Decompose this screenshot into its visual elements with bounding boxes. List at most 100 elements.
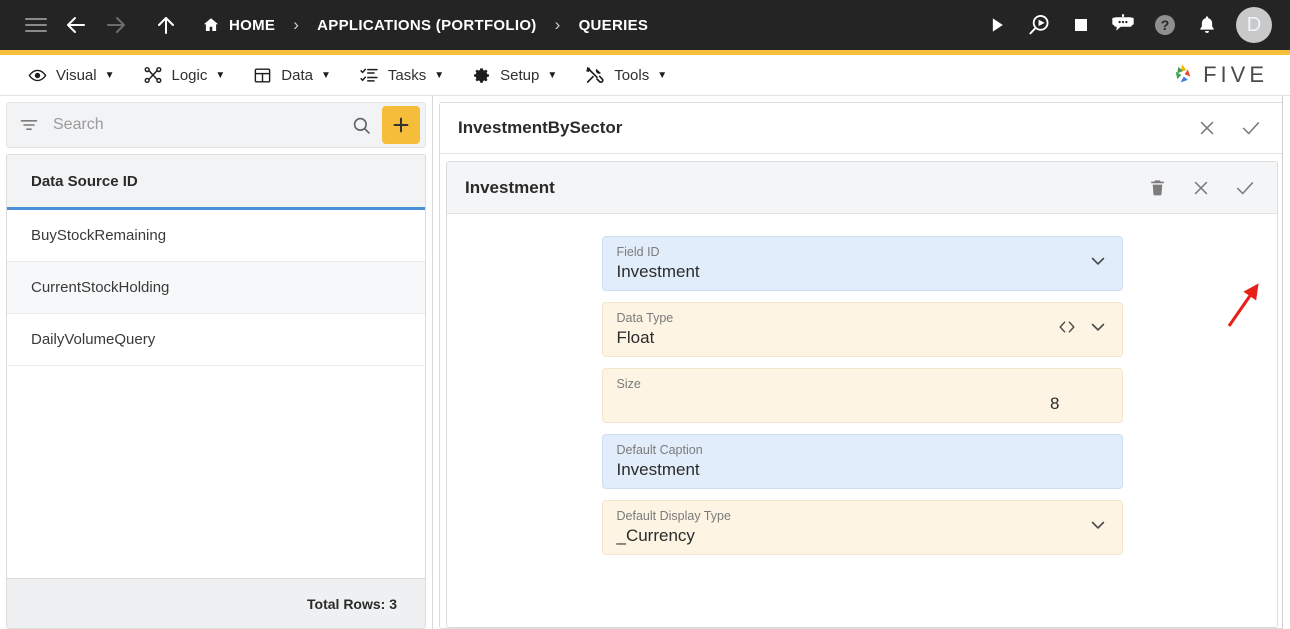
- confirm-check-icon[interactable]: [1237, 114, 1265, 142]
- field-default-caption[interactable]: Default Caption Investment: [601, 434, 1123, 489]
- breadcrumb-item-queries[interactable]: QUERIES: [579, 17, 649, 34]
- close-icon[interactable]: [1187, 174, 1215, 202]
- breadcrumb-label-home: HOME: [229, 16, 276, 34]
- tools-icon: [585, 65, 605, 85]
- table-icon: [253, 66, 272, 85]
- home-icon: [202, 16, 220, 34]
- page-title: InvestmentBySector: [458, 118, 623, 137]
- menu-label-tools: Tools: [614, 66, 650, 84]
- total-rows-label: Total Rows: 3: [7, 578, 425, 628]
- add-record-button[interactable]: [382, 106, 420, 144]
- filter-icon[interactable]: [19, 115, 39, 135]
- close-icon[interactable]: [1193, 114, 1221, 142]
- field-value: Investment: [616, 261, 700, 281]
- list-item[interactable]: DailyVolumeQuery: [7, 314, 425, 366]
- chevron-down-icon: ▼: [547, 69, 558, 81]
- menu-item-tools[interactable]: Tools ▼: [571, 55, 681, 95]
- five-logo: FIVE: [1170, 62, 1290, 88]
- field-label: Default Display Type: [616, 508, 731, 523]
- record-editor-panel: InvestmentBySector Investment Field ID I…: [433, 96, 1290, 629]
- field-form-column: Field ID Investment Data Type Float Size…: [601, 236, 1123, 555]
- field-field-id[interactable]: Field ID Investment: [601, 236, 1123, 291]
- field-value: Float: [616, 327, 655, 347]
- run-icon[interactable]: [978, 6, 1016, 44]
- field-record-title: Investment: [465, 177, 555, 197]
- delete-icon[interactable]: [1143, 174, 1171, 202]
- application-menu-bar: Visual ▼ Logic ▼ Data ▼ Tasks ▼ Setup ▼ …: [0, 55, 1290, 96]
- five-logo-text: FIVE: [1203, 62, 1268, 87]
- search-icon[interactable]: [351, 115, 372, 136]
- field-label: Data Type: [616, 310, 674, 325]
- work-area: Data Source ID BuyStockRemaining Current…: [0, 96, 1290, 629]
- field-default-display-type[interactable]: Default Display Type _Currency: [601, 500, 1123, 555]
- data-type-controls: [1057, 303, 1108, 356]
- chevron-down-icon: ▼: [657, 69, 668, 81]
- default-display-type-controls: [1088, 501, 1108, 554]
- breadcrumb-item-home[interactable]: HOME: [202, 16, 275, 34]
- query-record-card: InvestmentBySector Investment Field ID I…: [439, 102, 1284, 629]
- code-brackets-icon[interactable]: [1057, 319, 1077, 340]
- notification-bell-icon[interactable]: [1188, 6, 1226, 44]
- menu-label-data: Data: [281, 66, 313, 84]
- menu-label-tasks: Tasks: [387, 66, 427, 84]
- menu-item-setup[interactable]: Setup ▼: [458, 55, 571, 95]
- svg-text:?: ?: [1161, 17, 1170, 33]
- stop-icon[interactable]: [1062, 6, 1100, 44]
- menu-label-setup: Setup: [500, 66, 540, 84]
- field-label: Default Caption: [616, 442, 703, 457]
- field-data-type[interactable]: Data Type Float: [601, 302, 1123, 357]
- debug-run-icon[interactable]: [1020, 6, 1058, 44]
- field-record-card: Investment Field ID Investment Data Type…: [446, 161, 1278, 628]
- field-record-actions: [1143, 174, 1259, 202]
- search-bar: [6, 102, 426, 148]
- field-value: Investment: [616, 459, 700, 479]
- menu-label-logic: Logic: [171, 66, 208, 84]
- nodes-icon: [143, 65, 163, 85]
- menu-item-logic[interactable]: Logic ▼: [129, 55, 240, 95]
- grid-column-header-data-source-id[interactable]: Data Source ID: [7, 155, 425, 210]
- breadcrumb-separator-2: ›: [554, 15, 561, 34]
- query-record-actions: [1193, 114, 1265, 142]
- checklist-icon: [359, 65, 379, 85]
- arrow-up-icon[interactable]: [146, 5, 186, 45]
- topbar-left-group: HOME › APPLICATIONS (PORTFOLIO) › QUERIE…: [0, 5, 648, 45]
- field-form: Field ID Investment Data Type Float Size…: [447, 214, 1277, 627]
- chevron-down-icon: ▼: [215, 69, 226, 81]
- arrow-right-icon[interactable]: [96, 5, 136, 45]
- help-icon[interactable]: ?: [1146, 6, 1184, 44]
- five-pinwheel-icon: [1170, 62, 1196, 88]
- list-item[interactable]: CurrentStockHolding: [7, 262, 425, 314]
- field-id-controls: [1088, 237, 1108, 290]
- confirm-check-icon[interactable]: [1231, 174, 1259, 202]
- list-item[interactable]: BuyStockRemaining: [7, 210, 425, 262]
- vertical-scrollbar[interactable]: [1282, 96, 1290, 629]
- chevron-down-icon[interactable]: [1088, 515, 1108, 540]
- breadcrumb: HOME › APPLICATIONS (PORTFOLIO) › QUERIE…: [202, 15, 648, 35]
- menu-item-visual[interactable]: Visual ▼: [14, 55, 129, 95]
- top-navigation-bar: HOME › APPLICATIONS (PORTFOLIO) › QUERIE…: [0, 0, 1290, 50]
- data-source-list-panel: Data Source ID BuyStockRemaining Current…: [0, 96, 433, 629]
- menu-item-data[interactable]: Data ▼: [239, 55, 345, 95]
- grid-rows: BuyStockRemaining CurrentStockHolding Da…: [7, 210, 425, 578]
- field-value: 8: [1050, 393, 1060, 413]
- query-record-header: InvestmentBySector: [440, 103, 1283, 154]
- avatar[interactable]: D: [1236, 7, 1272, 43]
- search-input[interactable]: [53, 116, 351, 134]
- field-record-header: Investment: [447, 162, 1277, 214]
- hamburger-icon[interactable]: [16, 5, 56, 45]
- menu-label-visual: Visual: [56, 66, 97, 84]
- gear-icon: [472, 66, 491, 85]
- field-size[interactable]: Size 8: [601, 368, 1123, 423]
- chevron-down-icon: ▼: [434, 69, 445, 81]
- chevron-down-icon: ▼: [104, 69, 115, 81]
- breadcrumb-separator-1: ›: [293, 15, 300, 34]
- field-value: _Currency: [616, 525, 695, 545]
- chevron-down-icon: ▼: [320, 69, 331, 81]
- chevron-down-icon[interactable]: [1088, 251, 1108, 276]
- topbar-action-group: ? D: [978, 6, 1290, 44]
- bot-icon[interactable]: [1104, 6, 1142, 44]
- arrow-left-icon[interactable]: [56, 5, 96, 45]
- chevron-down-icon[interactable]: [1088, 317, 1108, 342]
- menu-item-tasks[interactable]: Tasks ▼: [345, 55, 458, 95]
- breadcrumb-item-applications[interactable]: APPLICATIONS (PORTFOLIO): [317, 17, 536, 34]
